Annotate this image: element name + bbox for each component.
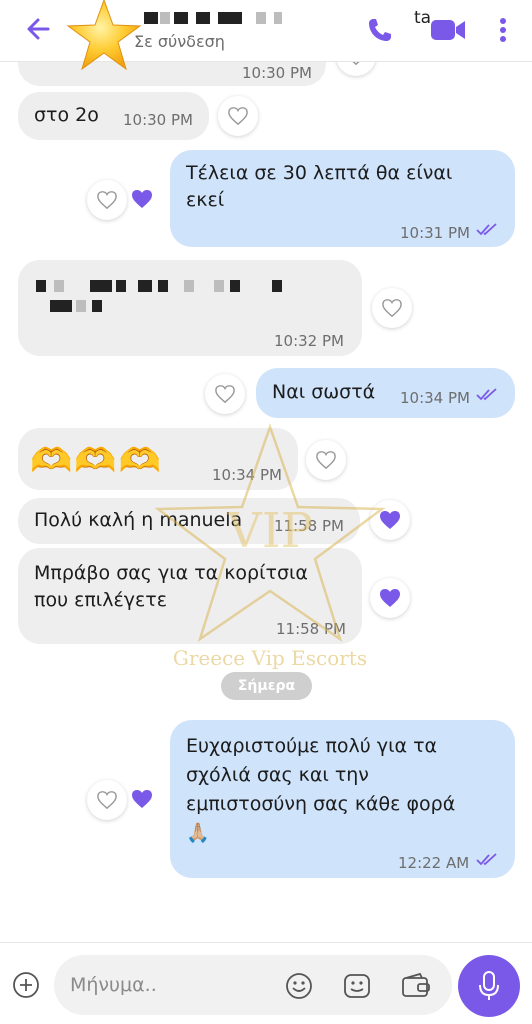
double-check-icon (476, 223, 497, 236)
heart-icon (97, 791, 117, 810)
message-bubble-incoming[interactable]: Μπράβο σας για τα κορίτσια που επιλέγετε… (18, 548, 362, 644)
message-time: 10:34 PM (212, 466, 282, 484)
message-bubble-incoming[interactable]: Πολύ καλή η manuela 11:58 PM (18, 498, 360, 544)
star-avatar-icon (66, 0, 142, 71)
double-check-icon (476, 388, 497, 401)
like-button[interactable] (306, 440, 346, 480)
voice-message-button[interactable] (458, 955, 520, 1017)
message-text: Τέλεια σε 30 λεπτά θα είναι εκεί (186, 160, 452, 214)
like-button[interactable] (336, 62, 376, 76)
back-button[interactable] (22, 12, 56, 46)
message-time: 10:30 PM (123, 111, 193, 129)
heart-icon (132, 790, 152, 808)
double-check-icon (476, 853, 497, 866)
watermark-caption: Greece Vip Escorts (173, 646, 367, 670)
message-text: στο 2ο (34, 104, 99, 126)
message-line: σχόλιά σας και την (186, 764, 369, 786)
message-time: 12:22 AM (398, 854, 470, 872)
attach-button[interactable] (10, 969, 42, 1001)
message-time: 10:31 PM (400, 224, 470, 242)
message-bubble-outgoing[interactable]: Ευχαριστούμε πολύ για τα σχόλιά σας και … (170, 720, 515, 878)
arrow-left-icon (27, 18, 50, 40)
like-button[interactable] (370, 578, 410, 618)
message-time: 11:58 PM (274, 517, 344, 535)
message-composer (0, 942, 532, 1024)
sticker-icon (344, 974, 370, 998)
heart-icon (382, 299, 402, 318)
sticker-button[interactable] (342, 971, 372, 1001)
like-button[interactable] (218, 96, 258, 136)
call-button[interactable] (362, 12, 398, 48)
message-bubble-incoming[interactable]: 10:32 PM (18, 260, 362, 356)
wallet-icon (402, 972, 430, 997)
like-button[interactable] (372, 288, 412, 328)
message-line: Ευχαριστούμε πολύ για τα (186, 735, 438, 757)
video-call-button[interactable] (428, 12, 468, 48)
like-button[interactable] (87, 180, 127, 220)
emoji-message: 🫶🫶🫶 (30, 441, 164, 481)
message-line: εκεί (186, 189, 225, 211)
contact-name[interactable]: ta (134, 6, 431, 28)
message-line: που επιλέγετε (34, 589, 167, 611)
video-camera-icon (431, 20, 465, 40)
heart-icon (97, 191, 117, 210)
message-time: 10:32 PM (274, 332, 344, 350)
message-line: εμπιστοσύνη σας κάθε φορά (186, 793, 456, 815)
message-text: Μπράβο σας για τα κορίτσια που επιλέγετε (34, 560, 308, 614)
heart-icon (316, 451, 336, 470)
chat-header: ta Σε σύνδεση (0, 0, 532, 71)
message-bubble-outgoing[interactable]: Ναι σωστά 10:34 PM (256, 368, 515, 418)
like-button[interactable] (205, 374, 245, 414)
message-text: Ναι σωστά (272, 381, 376, 403)
message-text: Πολύ καλή η manuela (34, 509, 243, 531)
microphone-icon (479, 971, 499, 1000)
heart-icon (380, 511, 400, 529)
heart-icon (132, 190, 152, 208)
date-separator: Σήμερα (221, 672, 312, 700)
message-time: 11:58 PM (276, 620, 346, 638)
message-list[interactable]: 10:30 PM στο 2ο 10:30 PM Τέλεια σε 30 λε… (0, 62, 532, 942)
heart-icon (228, 107, 248, 126)
like-indicator (127, 784, 157, 814)
message-bubble-incoming[interactable]: 10:30 PM (18, 62, 326, 86)
avatar[interactable] (66, 0, 142, 72)
like-button[interactable] (87, 780, 127, 820)
like-indicator (127, 184, 157, 214)
phone-icon (369, 19, 391, 41)
emoji-button[interactable] (284, 971, 314, 1001)
wallet-button[interactable] (400, 971, 430, 1001)
online-status: Σε σύνδεση (134, 32, 225, 51)
message-time: 10:34 PM (400, 389, 470, 407)
message-bubble-outgoing[interactable]: Τέλεια σε 30 λεπτά θα είναι εκεί 10:31 P… (170, 150, 515, 247)
like-button[interactable] (370, 500, 410, 540)
message-line: Μπράβο σας για τα κορίτσια (34, 562, 308, 584)
smiley-icon (286, 973, 312, 999)
message-time: 10:30 PM (242, 64, 312, 82)
message-line: 🙏🏼 (186, 822, 210, 844)
plus-circle-icon (13, 972, 39, 998)
heart-icon (380, 589, 400, 607)
message-input-container[interactable] (54, 955, 452, 1015)
heart-icon (215, 385, 235, 404)
message-bubble-incoming[interactable]: στο 2ο 10:30 PM (18, 92, 209, 140)
more-options-button[interactable] (488, 12, 518, 48)
more-vertical-icon (500, 18, 506, 42)
message-text: Ευχαριστούμε πολύ για τα σχόλιά σας και … (186, 732, 455, 848)
message-line: Τέλεια σε 30 λεπτά θα είναι (186, 162, 453, 184)
heart-icon (352, 62, 360, 66)
message-bubble-incoming[interactable]: 🫶🫶🫶 10:34 PM (18, 428, 298, 490)
message-input[interactable] (70, 969, 270, 1001)
